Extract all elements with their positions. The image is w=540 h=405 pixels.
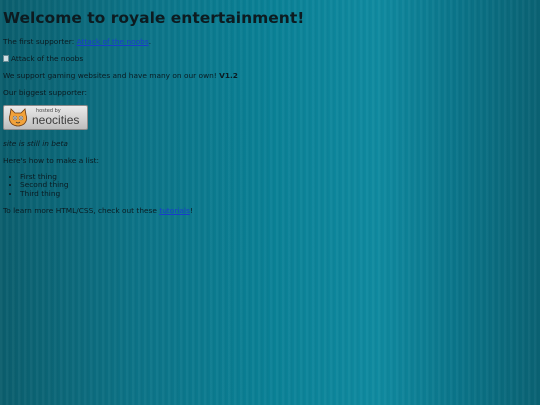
tutorials-link[interactable]: tutorials <box>159 206 190 215</box>
beta-note-text: site is still in beta <box>3 139 68 148</box>
list-item: Second thing <box>20 180 533 189</box>
support-line: We support gaming websites and have many… <box>3 71 533 80</box>
learn-more-line: To learn more HTML/CSS, check out these … <box>3 206 533 215</box>
learn-more-prefix: To learn more HTML/CSS, check out these <box>3 205 160 215</box>
learn-more-suffix: ! <box>189 205 193 215</box>
broken-image-alt: Attack of the noobs <box>11 54 84 63</box>
badge-text: hosted by neocities <box>32 109 80 127</box>
beta-note: site is still in beta <box>3 139 533 148</box>
broken-image: Attack of the noobs <box>3 54 533 63</box>
broken-image-icon <box>3 55 9 62</box>
badge-big-text: neocities <box>32 113 80 127</box>
biggest-supporter-label: Our biggest supporter: <box>3 88 87 97</box>
first-supporter-line: The first supporter: Attack of the noobs… <box>3 37 533 46</box>
support-text: We support gaming websites and have many… <box>3 71 220 80</box>
list-item: Third thing <box>20 189 533 198</box>
version-label: V1.2 <box>219 71 238 80</box>
list-item: First thing <box>20 172 533 181</box>
first-supporter-prefix: The first supporter: <box>3 37 77 46</box>
page-content: Welcome to royale entertainment! The fir… <box>3 0 533 223</box>
neocities-cat-icon <box>8 107 28 126</box>
list-intro: Here's how to make a list: <box>3 156 99 165</box>
hosted-by-neocities-badge[interactable]: hosted by neocities <box>3 105 88 130</box>
first-supporter-suffix: . <box>148 37 152 46</box>
page-title: Welcome to royale entertainment! <box>3 9 305 27</box>
example-list: First thing Second thing Third thing <box>3 172 533 198</box>
attack-of-the-noobs-link[interactable]: Attack of the noobs <box>77 37 149 46</box>
